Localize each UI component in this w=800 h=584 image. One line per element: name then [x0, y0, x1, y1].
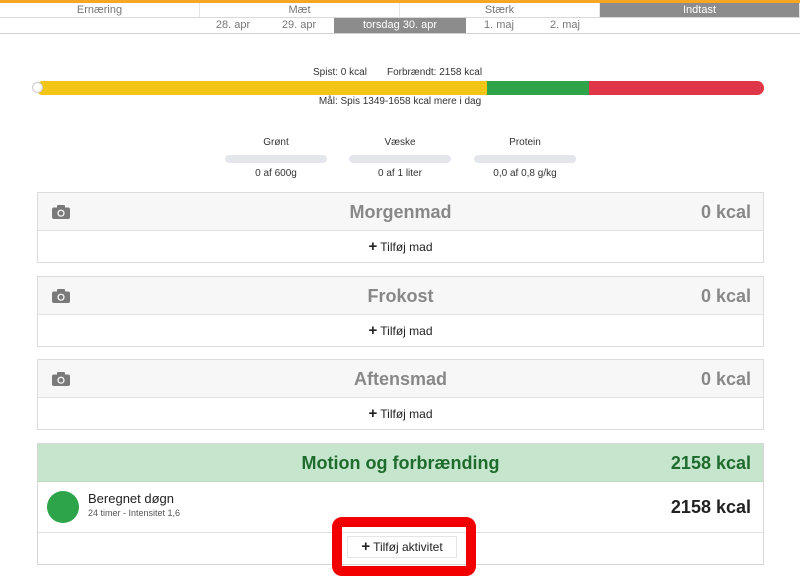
eaten-kcal: Spist: 0 kcal [313, 67, 367, 78]
macro-progress-bar [474, 155, 576, 163]
motion-kcal: 2158 kcal [670, 453, 751, 473]
date-selected[interactable]: torsdag 30. apr [334, 18, 466, 33]
calorie-progress-bar [36, 81, 764, 95]
macro-value: 0 af 600g [255, 168, 297, 179]
tab-staerk[interactable]: Stærk [400, 3, 600, 17]
activity-kcal: 2158 kcal [670, 497, 751, 517]
tab-indtast[interactable]: Indtast [600, 3, 800, 17]
meal-kcal: 0 kcal [700, 286, 751, 306]
motion-title: Motion og forbrænding [301, 453, 500, 473]
meal-title: Aftensmad [353, 369, 447, 389]
date-2-maj[interactable]: 2. maj [532, 18, 598, 33]
plus-icon: + [361, 538, 371, 555]
add-activity-label: Tilføj aktivitet [373, 540, 443, 554]
meal-header: Aftensmad 0 kcal [38, 360, 763, 398]
add-food-button[interactable]: + Tilføj mad [38, 231, 763, 262]
macro-progress-bar [225, 155, 327, 163]
tab-maet[interactable]: Mæt [200, 3, 400, 17]
main-tabs: Ernæring Mæt Stærk Indtast [0, 3, 800, 18]
meal-card-aftensmad: Aftensmad 0 kcal + Tilføj mad [37, 359, 764, 430]
add-food-label: Tilføj mad [380, 239, 433, 254]
burned-kcal: Forbrændt: 2158 kcal [387, 67, 483, 78]
macro-label: Protein [509, 137, 541, 148]
macro-value: 0,0 af 0,8 g/kg [493, 168, 557, 179]
calorie-bar-segment-0 [36, 81, 488, 95]
meal-kcal: 0 kcal [700, 369, 751, 389]
activity-name: Beregnet døgn [88, 491, 175, 506]
date-strip: 28. apr 29. apr torsdag 30. apr 1. maj 2… [0, 18, 800, 34]
add-food-label: Tilføj mad [380, 406, 433, 421]
date-28-apr[interactable]: 28. apr [200, 18, 266, 33]
date-1-maj[interactable]: 1. maj [466, 18, 532, 33]
calorie-bar-segment-2 [589, 81, 764, 95]
motion-header: Motion og forbrænding 2158 kcal [38, 444, 763, 482]
meal-title: Frokost [367, 286, 434, 306]
macro-label: Væske [384, 137, 416, 148]
meal-card-frokost: Frokost 0 kcal + Tilføj mad [37, 276, 764, 347]
calorie-goal: Mål: Spis 1349-1658 kcal mere i dag [318, 96, 482, 107]
meal-header: Morgenmad 0 kcal [38, 193, 763, 231]
meal-kcal: 0 kcal [700, 202, 751, 222]
plus-icon: + [368, 321, 378, 339]
add-food-button[interactable]: + Tilføj mad [38, 398, 763, 429]
macro-label: Grønt [263, 137, 289, 148]
tab-ernaering[interactable]: Ernæring [0, 3, 200, 17]
meal-title: Morgenmad [349, 202, 452, 222]
add-food-label: Tilføj mad [380, 323, 433, 338]
macro-protein: Protein 0,0 af 0,8 g/kg [474, 137, 576, 179]
meal-card-morgenmad: Morgenmad 0 kcal + Tilføj mad [37, 192, 764, 263]
calorie-bar-knob [32, 82, 43, 93]
plus-icon: + [368, 237, 378, 255]
date-29-apr[interactable]: 29. apr [266, 18, 332, 33]
meal-header: Frokost 0 kcal [38, 277, 763, 315]
macro-progress-bar [349, 155, 451, 163]
plus-icon: + [368, 404, 378, 422]
activity-icon [47, 491, 79, 523]
calorie-bar-segment-1 [487, 81, 590, 95]
macro-vaeske: Væske 0 af 1 liter [349, 137, 451, 179]
macro-gront: Grønt 0 af 600g [225, 137, 327, 179]
add-activity-button[interactable]: + Tilføj aktivitet [347, 536, 457, 558]
add-food-button[interactable]: + Tilføj mad [38, 315, 763, 346]
activity-detail: 24 timer - Intensitet 1,6 [88, 508, 181, 518]
macro-value: 0 af 1 liter [378, 168, 422, 179]
